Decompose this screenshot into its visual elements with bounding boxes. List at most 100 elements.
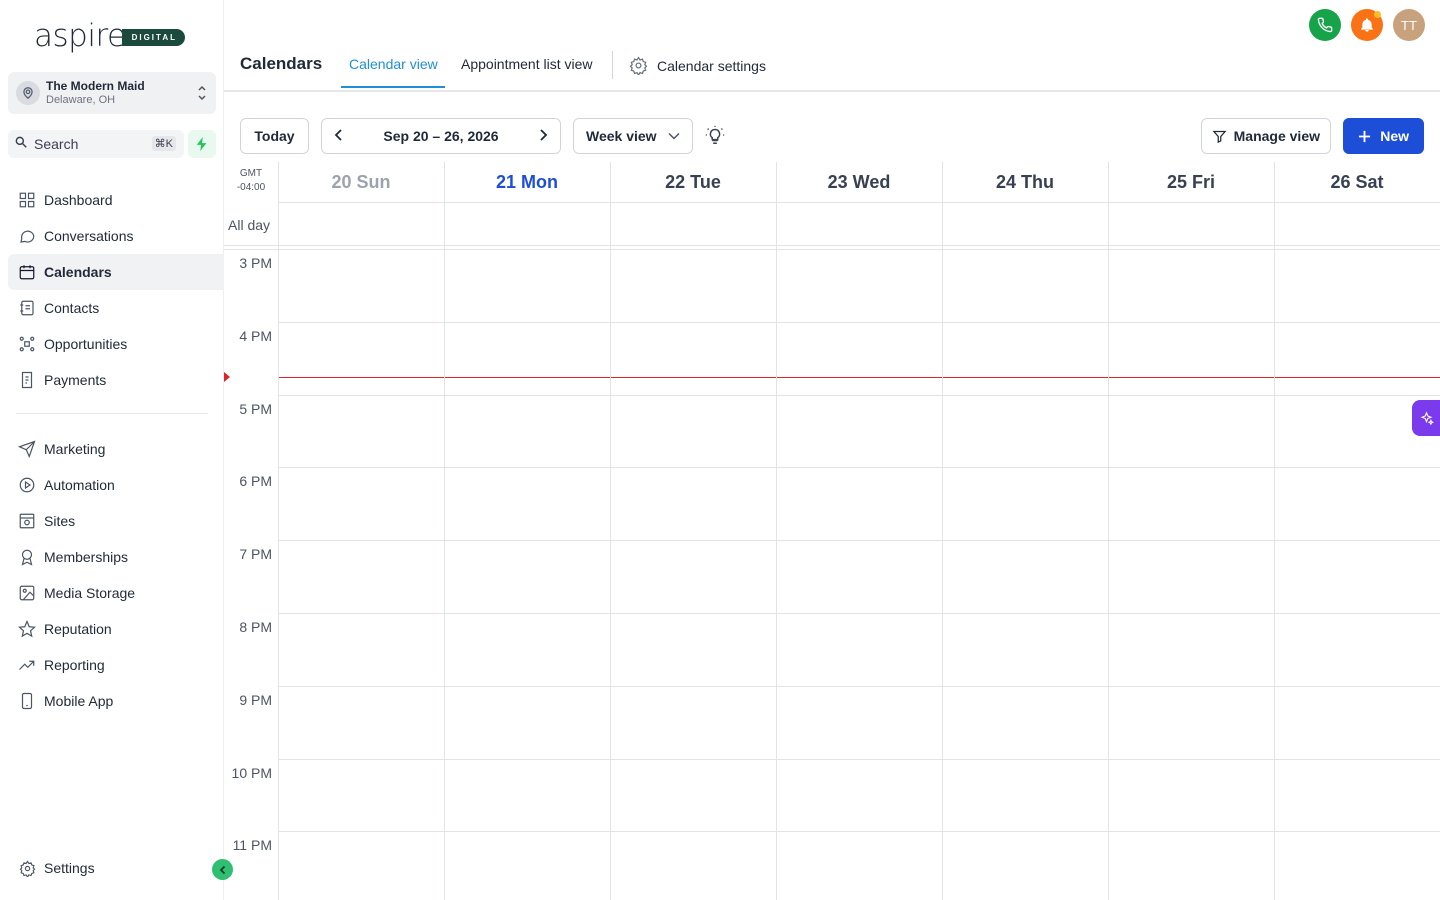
day-header-1[interactable]: 21 Mon — [444, 162, 610, 202]
contacts-icon — [18, 299, 36, 317]
manage-view-button[interactable]: Manage view — [1201, 118, 1331, 154]
sidebar-item-label: Contacts — [44, 300, 100, 316]
hour-row-divider — [278, 395, 1440, 396]
sidebar-item-label: Automation — [44, 477, 115, 493]
bolt-icon — [196, 137, 207, 151]
page-title: Calendars — [240, 54, 323, 73]
sidebar-item-settings[interactable]: Settings — [8, 850, 224, 886]
sidebar-item-marketing[interactable]: Marketing — [8, 431, 224, 467]
day-header-4[interactable]: 24 Thu — [942, 162, 1108, 202]
award-icon — [18, 548, 36, 566]
brand-logo[interactable]: aspire DIGITAL — [34, 18, 185, 54]
hour-label: 6 PM — [239, 473, 272, 489]
sidebar-item-label: Marketing — [44, 441, 106, 457]
tab-calendar-view[interactable]: Calendar view — [349, 56, 438, 72]
sidebar: aspire DIGITAL The Modern Maid Delaware,… — [0, 0, 233, 900]
phone-icon — [1317, 17, 1333, 33]
sidebar-item-label: Conversations — [44, 228, 134, 244]
tab-appointment-list-view[interactable]: Appointment list view — [461, 56, 593, 72]
sidebar-item-automation[interactable]: Automation — [8, 467, 224, 503]
tab-calendar-settings[interactable]: Calendar settings — [629, 56, 766, 75]
sidebar-item-conversations[interactable]: Conversations — [8, 218, 224, 254]
date-range-label[interactable]: Sep 20 – 26, 2026 — [383, 128, 498, 144]
day-header-2[interactable]: 22 Tue — [610, 162, 776, 202]
next-week-button[interactable] — [538, 128, 548, 144]
grid-row-divider — [224, 245, 1440, 246]
location-pin-icon — [16, 81, 40, 105]
day-header-3[interactable]: 23 Wed — [776, 162, 942, 202]
gear-icon — [18, 859, 36, 877]
user-avatar[interactable]: TT — [1393, 9, 1425, 41]
hour-row-divider — [278, 467, 1440, 468]
search-input[interactable]: Search ⌘K — [8, 130, 184, 158]
sidebar-item-memberships[interactable]: Memberships — [8, 539, 224, 575]
sites-icon — [18, 512, 36, 530]
filter-icon — [1212, 130, 1227, 143]
sidebar-item-mobile-app[interactable]: Mobile App — [8, 683, 224, 719]
sidebar-item-label: Settings — [44, 860, 95, 876]
new-button[interactable]: New — [1343, 118, 1424, 154]
sidebar-item-label: Reputation — [44, 621, 112, 637]
notifications-button[interactable] — [1351, 9, 1383, 41]
trend-icon — [18, 656, 36, 674]
sidebar-item-calendars[interactable]: Calendars — [8, 254, 224, 290]
grid-column-divider — [278, 162, 279, 900]
lightbulb-icon[interactable] — [704, 124, 726, 151]
grid-column-divider — [776, 162, 777, 900]
day-header-0[interactable]: 20 Sun — [278, 162, 444, 202]
payments-icon — [18, 371, 36, 389]
tab-divider — [612, 51, 613, 79]
chevron-right-icon — [540, 129, 548, 141]
timezone-line-1: GMT — [239, 168, 263, 179]
sidebar-item-reporting[interactable]: Reporting — [8, 647, 224, 683]
search-shortcut: ⌘K — [151, 136, 176, 151]
hour-label: 8 PM — [239, 619, 272, 635]
sidebar-item-media-storage[interactable]: Media Storage — [8, 575, 224, 611]
hour-label: 3 PM — [239, 255, 272, 271]
hour-label: 4 PM — [239, 328, 272, 344]
sidebar-item-sites[interactable]: Sites — [8, 503, 224, 539]
bell-icon — [1361, 18, 1373, 32]
sidebar-item-opportunities[interactable]: Opportunities — [8, 326, 224, 362]
notification-dot — [1374, 11, 1381, 18]
hour-label: 9 PM — [239, 692, 272, 708]
phone-button[interactable] — [1309, 9, 1341, 41]
star-icon — [18, 620, 36, 638]
search-icon — [14, 135, 28, 154]
hour-label: 5 PM — [239, 401, 272, 417]
grid-column-divider — [1274, 162, 1275, 900]
sidebar-item-dashboard[interactable]: Dashboard — [8, 182, 224, 218]
timezone-label: GMT -04:00 — [224, 162, 278, 202]
sidebar-item-label: Dashboard — [44, 192, 113, 208]
chat-icon — [18, 227, 36, 245]
sidebar-item-payments[interactable]: Payments — [8, 362, 224, 398]
hour-row-divider — [278, 322, 1440, 323]
quick-actions-button[interactable] — [188, 130, 216, 158]
sidebar-item-contacts[interactable]: Contacts — [8, 290, 224, 326]
calendar-icon — [18, 263, 36, 281]
brand-badge: DIGITAL — [121, 29, 185, 46]
hour-label: 11 PM — [232, 837, 272, 853]
current-time-marker — [224, 372, 230, 382]
page-header: Calendars Calendar view Appointment list… — [224, 0, 1440, 92]
hour-row-divider — [278, 540, 1440, 541]
grid-column-divider — [1108, 162, 1109, 900]
chevron-down-icon — [668, 132, 680, 140]
grid-column-divider — [610, 162, 611, 900]
search-label: Search — [34, 136, 79, 152]
active-tab-indicator — [341, 86, 445, 88]
today-button[interactable]: Today — [240, 118, 309, 154]
view-select[interactable]: Week view — [573, 118, 693, 154]
day-header-6[interactable]: 26 Sat — [1274, 162, 1440, 202]
account-switcher[interactable]: The Modern Maid Delaware, OH — [8, 72, 216, 114]
prev-week-button[interactable] — [334, 128, 344, 144]
calendar-grid: GMT -04:00 All day 20 Sun 21 Mon 22 Tue 23 … — [224, 162, 1440, 900]
grid-column-divider — [444, 162, 445, 900]
grid-row-divider — [224, 249, 1440, 250]
sidebar-item-reputation[interactable]: Reputation — [8, 611, 224, 647]
hour-label: 7 PM — [239, 546, 272, 562]
ai-assistant-button[interactable] — [1412, 400, 1440, 436]
plus-icon — [1358, 130, 1371, 142]
day-header-5[interactable]: 25 Fri — [1108, 162, 1274, 202]
current-time-line — [278, 377, 1440, 378]
